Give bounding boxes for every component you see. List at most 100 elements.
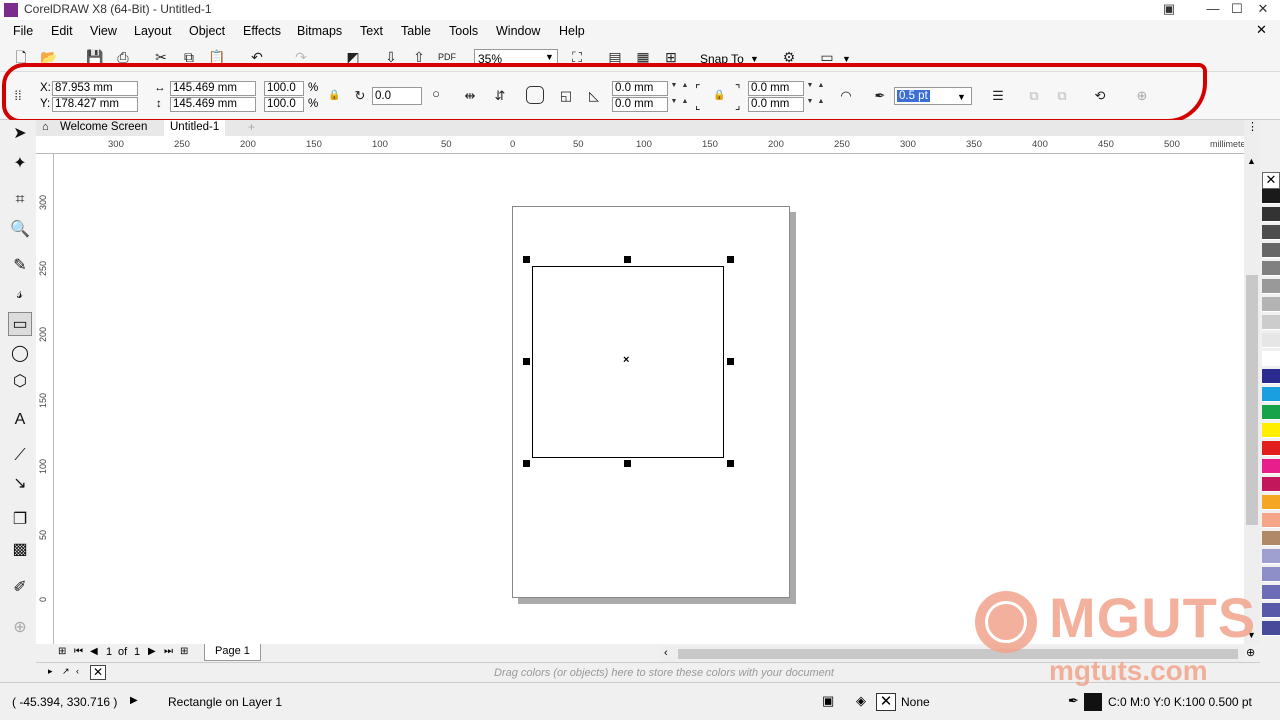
color-swatch[interactable]	[1262, 459, 1280, 474]
round-corner-icon[interactable]	[526, 86, 544, 104]
cut-icon[interactable]: ✂	[150, 46, 172, 68]
options-gear-icon[interactable]: ⚙	[778, 46, 800, 68]
add-icon[interactable]: ⊕	[1132, 86, 1152, 106]
spin-up-icon[interactable]: ▲	[680, 98, 690, 105]
outline-pen-icon[interactable]: ✒	[1068, 693, 1079, 709]
corner-radius-bottom-right[interactable]: 0.0 mm	[748, 97, 804, 112]
copy-icon[interactable]: ⧉	[178, 46, 200, 68]
page-tab[interactable]: Page 1	[204, 644, 261, 661]
color-swatch[interactable]	[1262, 225, 1280, 240]
spin-up-icon[interactable]: ▲	[816, 98, 826, 105]
ellipse-tool-icon[interactable]: ◯	[8, 342, 32, 366]
snap-chevron-down-icon[interactable]: ▼	[750, 54, 759, 64]
show-grid-icon[interactable]: ▦	[632, 46, 654, 68]
next-page-icon[interactable]: ▶	[148, 646, 156, 657]
scroll-left-icon[interactable]: ‹	[664, 647, 668, 659]
vertical-scroll-thumb[interactable]	[1246, 275, 1258, 525]
menu-view[interactable]: View	[90, 24, 117, 38]
color-swatch[interactable]	[1262, 477, 1280, 492]
x-position-field[interactable]: 87.953 mm	[52, 81, 138, 96]
status-arrow-icon[interactable]: ▶	[130, 695, 138, 706]
spin-down-icon[interactable]: ▼	[669, 82, 679, 89]
selection-handle[interactable]	[624, 460, 631, 467]
selection-handle[interactable]	[523, 256, 530, 263]
menu-window[interactable]: Window	[496, 24, 540, 38]
relative-corner-scaling-icon[interactable]: ◠	[836, 86, 856, 106]
chamfered-corner-icon[interactable]: ◺	[584, 86, 604, 106]
menu-tools[interactable]: Tools	[449, 24, 478, 38]
to-front-icon[interactable]: ⧉	[1024, 86, 1044, 106]
no-color-swatch[interactable]: ✕	[90, 665, 106, 680]
drop-shadow-tool-icon[interactable]: ❐	[8, 508, 32, 532]
color-swatch[interactable]	[1262, 423, 1280, 438]
color-swatch[interactable]	[1262, 513, 1280, 528]
redo-icon[interactable]: ↷	[290, 46, 312, 68]
selection-handle[interactable]	[727, 256, 734, 263]
freehand-tool-icon[interactable]: ✎	[8, 254, 32, 278]
color-swatch[interactable]	[1262, 531, 1280, 546]
zoom-tool-icon[interactable]: 🔍	[8, 218, 32, 242]
new-document-icon[interactable]: 🗋	[10, 46, 32, 68]
save-icon[interactable]: 💾	[84, 46, 106, 68]
scalloped-corner-icon[interactable]: ◱	[556, 86, 576, 106]
height-field[interactable]: 145.469 mm	[170, 97, 256, 112]
color-swatch[interactable]	[1262, 441, 1280, 456]
add-page-after-icon[interactable]: ⊞	[180, 646, 188, 657]
palette-menu-icon[interactable]: ▸	[48, 666, 53, 677]
show-rulers-icon[interactable]: ▤	[604, 46, 626, 68]
tab-welcome-screen[interactable]: Welcome Screen	[54, 120, 153, 136]
width-field[interactable]: 145.469 mm	[170, 81, 256, 96]
pick-tool-icon[interactable]: ➤	[8, 122, 32, 146]
import-icon[interactable]: ⇩	[380, 46, 402, 68]
open-icon[interactable]: 📂	[38, 46, 60, 68]
add-tool-icon[interactable]: ⊕	[8, 616, 32, 640]
color-swatch[interactable]	[1262, 243, 1280, 258]
search-content-icon[interactable]: ◩	[342, 46, 364, 68]
color-swatch[interactable]	[1262, 621, 1280, 636]
object-origin-icon[interactable]: ⁞⁞	[8, 86, 28, 106]
fill-bucket-icon[interactable]: ◈	[856, 693, 866, 709]
prev-page-icon[interactable]: ◀	[90, 646, 98, 657]
zoom-dropdown[interactable]: 35% ▼	[474, 49, 558, 67]
rectangle-tool-icon[interactable]: ▭	[8, 312, 32, 336]
spin-down-icon[interactable]: ▼	[669, 98, 679, 105]
mirror-horizontal-icon[interactable]: ⇹	[460, 86, 480, 106]
color-swatch[interactable]	[1262, 387, 1280, 402]
corner-radius-top-right[interactable]: 0.0 mm	[748, 81, 804, 96]
scale-x-field[interactable]: 100.0	[264, 81, 304, 96]
menu-edit[interactable]: Edit	[51, 24, 73, 38]
color-swatch[interactable]	[1262, 567, 1280, 582]
color-swatch[interactable]	[1262, 603, 1280, 618]
application-launcher-icon[interactable]: ▭	[816, 46, 838, 68]
outline-width-dropdown[interactable]: 0.5 pt ▼	[894, 87, 972, 105]
snap-to-button[interactable]: Snap To	[700, 52, 744, 66]
color-swatch[interactable]	[1262, 549, 1280, 564]
last-page-icon[interactable]: ⏭	[164, 646, 173, 657]
color-swatch[interactable]	[1262, 585, 1280, 600]
color-swatch[interactable]	[1262, 261, 1280, 276]
menu-effects[interactable]: Effects	[243, 24, 281, 38]
menu-bitmaps[interactable]: Bitmaps	[297, 24, 342, 38]
undo-icon[interactable]: ↶	[246, 46, 268, 68]
menu-text[interactable]: Text	[360, 24, 383, 38]
color-swatch[interactable]	[1262, 279, 1280, 294]
color-swatch[interactable]	[1262, 315, 1280, 330]
close-doc-icon[interactable]: ✕	[1256, 22, 1267, 38]
lock-ratio-icon[interactable]: 🔒	[328, 90, 340, 101]
rotation-field[interactable]: 0.0	[372, 87, 422, 105]
color-swatch[interactable]	[1262, 495, 1280, 510]
y-position-field[interactable]: 178.427 mm	[52, 97, 138, 112]
mirror-vertical-icon[interactable]: ⇵	[490, 86, 510, 106]
scroll-left-icon[interactable]: ‹	[76, 666, 79, 676]
connector-tool-icon[interactable]: ↘	[8, 472, 32, 496]
color-swatch[interactable]	[1262, 189, 1280, 204]
to-back-icon[interactable]: ⧉	[1052, 86, 1072, 106]
menu-file[interactable]: File	[13, 24, 33, 38]
export-icon[interactable]: ⇧	[408, 46, 430, 68]
lock-corners-icon[interactable]: 🔒	[713, 90, 725, 101]
spin-down-icon[interactable]: ▼	[805, 82, 815, 89]
transparency-tool-icon[interactable]: ▩	[8, 538, 32, 562]
shape-tool-icon[interactable]: ✦	[8, 152, 32, 176]
color-swatch[interactable]	[1262, 369, 1280, 384]
selection-handle[interactable]	[523, 460, 530, 467]
